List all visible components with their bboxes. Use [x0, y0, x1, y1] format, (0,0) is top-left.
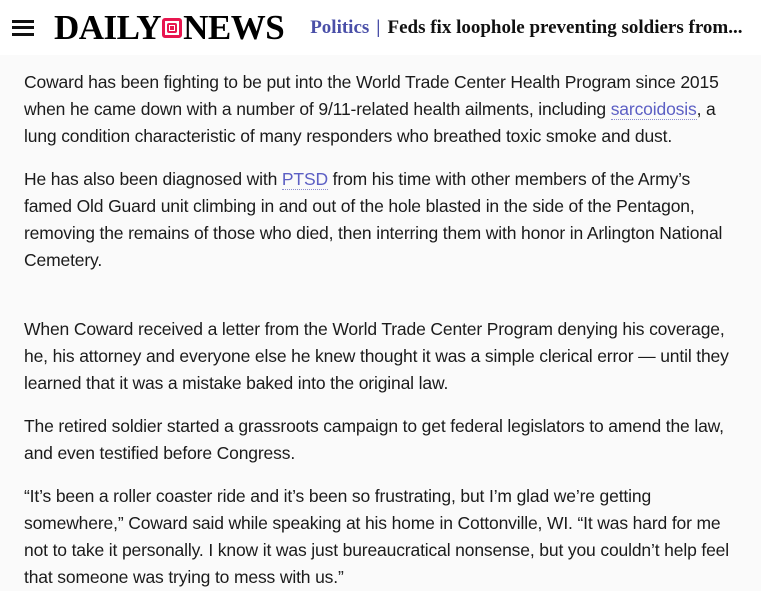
- site-header: DAILY NEWS Politics | Feds fix loophole …: [0, 0, 761, 55]
- article-paragraph: When Coward received a letter from the W…: [24, 316, 739, 397]
- paragraph-text-run: He has also been diagnosed with: [24, 169, 282, 189]
- daily-news-logo[interactable]: DAILY NEWS: [54, 8, 285, 47]
- article-top-spacer: [24, 55, 739, 69]
- hamburger-bar-2: [12, 26, 34, 29]
- article-paragraph: He has also been diagnosed with PTSD fro…: [24, 166, 739, 274]
- paragraph-text-run: The retired soldier started a grassroots…: [24, 416, 724, 463]
- hamburger-menu-icon[interactable]: [12, 19, 34, 36]
- hamburger-bar-1: [12, 19, 34, 23]
- article-paragraph-container: Coward has been fighting to be put into …: [24, 69, 739, 591]
- paragraph-text-run: When Coward received a letter from the W…: [24, 319, 729, 393]
- paragraph-text-run: “It’s been a roller coaster ride and it’…: [24, 486, 729, 587]
- logo-word-right: NEWS: [183, 8, 285, 47]
- inline-link-ptsd[interactable]: PTSD: [281, 169, 328, 190]
- hamburger-bar-3: [12, 32, 34, 36]
- teaser-headline-link[interactable]: Feds fix loophole preventing soldiers fr…: [387, 17, 742, 39]
- camera-square-icon: [162, 17, 183, 38]
- article-paragraph: “It’s been a roller coaster ride and it’…: [24, 483, 739, 591]
- logo-word-left: DAILY: [54, 8, 162, 47]
- teaser-kicker-politics[interactable]: Politics: [310, 17, 369, 39]
- header-teaser: Politics | Feds fix loophole preventing …: [310, 17, 761, 39]
- article-paragraph: The retired soldier started a grassroots…: [24, 413, 739, 467]
- teaser-separator: |: [376, 16, 381, 38]
- article-paragraph: Coward has been fighting to be put into …: [24, 69, 739, 150]
- camera-icon-center-dot: [170, 25, 175, 30]
- article-body: Coward has been fighting to be put into …: [0, 55, 761, 591]
- inline-link-sarcoidosis[interactable]: sarcoidosis: [610, 99, 697, 120]
